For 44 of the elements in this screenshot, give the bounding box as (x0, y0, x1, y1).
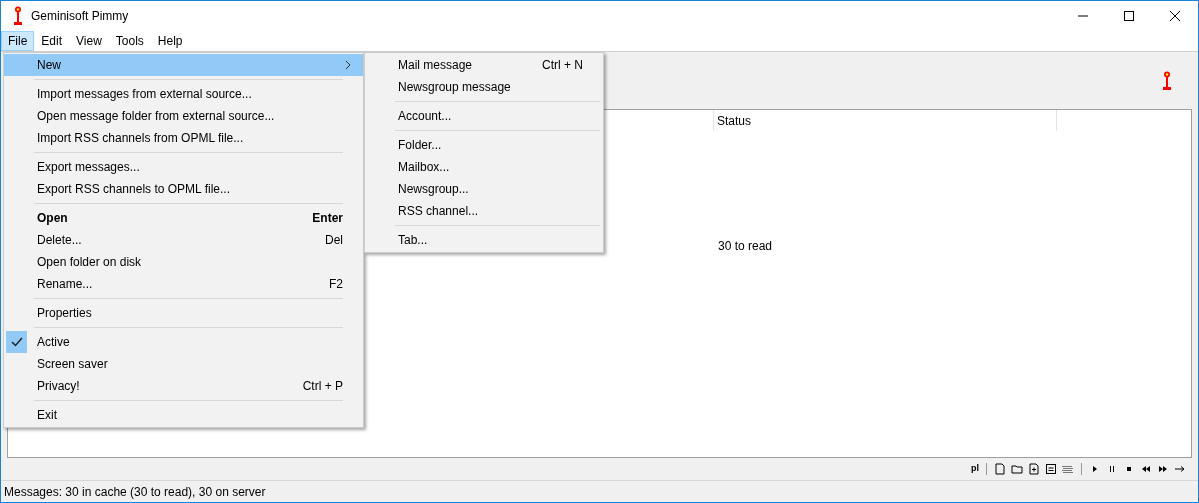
menu-item[interactable]: Export RSS channels to OPML file... (4, 178, 363, 200)
status-bar-text: Messages: 30 in cache (30 to read), 30 on server (4, 483, 266, 501)
menu-item[interactable]: Rename... F2 (4, 273, 363, 295)
list-icon[interactable] (1045, 463, 1057, 475)
fast-forward-icon[interactable] (1157, 463, 1169, 475)
menu-item[interactable]: Tab... (365, 229, 603, 251)
menu-item[interactable]: Import RSS channels from OPML file... (4, 127, 363, 149)
maximize-icon (1124, 11, 1134, 21)
column-header[interactable]: Status (714, 110, 1057, 131)
menu-item[interactable]: Properties (4, 302, 363, 324)
menu-item[interactable]: Mailbox... (365, 156, 603, 178)
right-arrow-icon[interactable] (1174, 463, 1186, 475)
folder-icon[interactable] (1011, 463, 1023, 475)
menu-item[interactable]: Import messages from external source... (4, 83, 363, 105)
menu-bar-item[interactable]: Edit (34, 31, 70, 51)
menu-bar-item[interactable]: View (69, 31, 109, 51)
app-logo-icon (1162, 70, 1172, 91)
menu-bar-item[interactable]: Help (150, 31, 190, 51)
menu-item[interactable]: Mail message Ctrl + N (365, 54, 603, 76)
menu-item[interactable]: Newsgroup message (365, 76, 603, 98)
menu-item[interactable]: Open Enter (4, 207, 363, 229)
menu-item[interactable]: RSS channel... (365, 200, 603, 222)
menu-item[interactable]: New (4, 54, 363, 76)
menu-item[interactable]: Privacy! Ctrl + P (4, 375, 363, 397)
page-icon[interactable] (994, 463, 1006, 475)
close-icon (1170, 11, 1180, 21)
menu-item[interactable]: Newsgroup... (365, 178, 603, 200)
window-title: Geminisoft Pimmy (31, 8, 129, 25)
menu-item[interactable]: Active (4, 331, 363, 353)
menu-item[interactable]: Folder... (365, 134, 603, 156)
menu-item[interactable]: Account... (365, 105, 603, 127)
menu-item[interactable]: Screen saver (4, 353, 363, 375)
app-icon (13, 6, 23, 26)
menu-item[interactable]: Export messages... (4, 156, 363, 178)
menu-item[interactable]: Open folder on disk (4, 251, 363, 273)
menu-item[interactable]: Exit (4, 404, 363, 426)
menu-bar-item[interactable]: File (1, 31, 35, 51)
menu-item[interactable]: Open message folder from external source... (4, 105, 363, 127)
toolbar-label: pl (971, 462, 979, 476)
add-page-icon[interactable] (1028, 463, 1040, 475)
menu-item[interactable]: Delete... Del (4, 229, 363, 251)
rewind-icon[interactable] (1140, 463, 1152, 475)
status-cell-text: 30 to read (717, 238, 773, 255)
menu-bar-item[interactable]: Tools (108, 31, 151, 51)
